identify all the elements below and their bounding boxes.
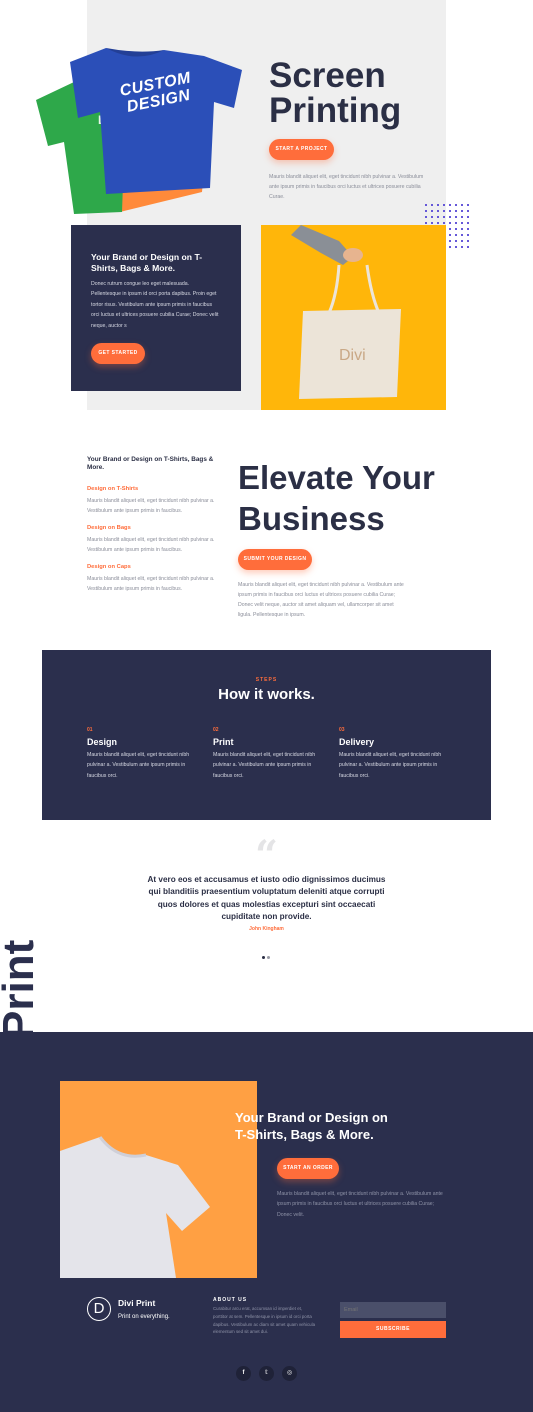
step-print: 02 Print Mauris blandit aliquet elit, eg… (213, 727, 321, 781)
brand-card-text: Donec rutrum congue leo eget malesuada. … (91, 281, 219, 329)
footer-tagline: Print on everything. (118, 1314, 170, 1320)
get-started-button[interactable]: GET STARTED (91, 343, 145, 364)
submit-design-button[interactable]: SUBMIT YOUR DESIGN (238, 549, 312, 570)
steps-title: How it works. (218, 686, 315, 703)
step-number: 01 (87, 727, 93, 733)
steps-section: STEPS How it works. 01 Design Mauris bla… (42, 650, 491, 820)
tshirt-image: L CUSTOM DESIGN (34, 42, 246, 214)
elevate-item-text: Mauris blandit aliquet elit, eget tincid… (87, 498, 215, 514)
step-text: Mauris blandit aliquet elit, eget tincid… (213, 752, 316, 779)
steps-eyebrow: STEPS (255, 677, 278, 683)
step-number: 02 (213, 727, 219, 733)
start-project-button[interactable]: START A PROJECT (269, 139, 334, 160)
vertical-print-word: Print (0, 939, 43, 1040)
twitter-icon[interactable]: 𝕥 (259, 1366, 274, 1381)
step-delivery: 03 Delivery Mauris blandit aliquet elit,… (339, 727, 447, 781)
hero-title-line1: Screen (269, 56, 386, 95)
cta-title-line2: T-Shirts, Bags & More. (235, 1127, 374, 1142)
elevate-sidebar-title: Your Brand or Design on T-Shirts, Bags &… (87, 456, 214, 471)
elevate-text: Mauris blandit aliquet elit, eget tincid… (238, 582, 404, 618)
slider-dot[interactable] (267, 956, 270, 959)
step-number: 03 (339, 727, 345, 733)
hero-title-line2: Printing (269, 91, 402, 130)
brand-card: Your Brand or Design on T-Shirts, Bags &… (71, 225, 241, 391)
elevate-item-3: Design on Caps Mauris blandit aliquet el… (87, 564, 217, 594)
bag-print-text: Divi (339, 347, 366, 364)
bag-image: Divi (261, 225, 446, 410)
facebook-glyph: f (242, 1370, 245, 1376)
elevate-item-2: Design on Bags Mauris blandit aliquet el… (87, 525, 217, 555)
brand-card-title: Your Brand or Design on T-Shirts, Bags &… (91, 252, 203, 273)
testimonial-author: John Kingham (249, 926, 284, 932)
about-text: Curabitur arcu erat, accumsan id imperdi… (213, 1306, 316, 1335)
slider-dot-active[interactable] (262, 956, 265, 959)
facebook-icon[interactable]: f (236, 1366, 251, 1381)
logo-letter: D (93, 1300, 105, 1317)
step-title: Print (213, 737, 234, 747)
email-input[interactable] (340, 1302, 446, 1318)
elevate-item-text: Mauris blandit aliquet elit, eget tincid… (87, 576, 215, 592)
elevate-item-title: Design on Caps (87, 564, 131, 570)
quote-icon: “ (254, 832, 278, 879)
elevate-item-1: Design on T-Shirts Mauris blandit alique… (87, 486, 217, 516)
step-title: Design (87, 737, 118, 747)
elevate-item-text: Mauris blandit aliquet elit, eget tincid… (87, 537, 215, 553)
instagram-glyph: ◎ (286, 1370, 293, 1376)
cta-title: Your Brand or Design on T-Shirts, Bags &… (235, 1109, 388, 1143)
cta-title-line1: Your Brand or Design on (235, 1110, 388, 1125)
white-shirt-image (60, 1081, 257, 1278)
hero-text: Mauris blandit aliquet elit, eget tincid… (269, 174, 424, 200)
instagram-icon[interactable]: ◎ (282, 1366, 297, 1381)
start-order-button[interactable]: START AN ORDER (277, 1158, 339, 1179)
step-text: Mauris blandit aliquet elit, eget tincid… (87, 752, 190, 779)
step-title: Delivery (339, 737, 375, 747)
testimonial-text: At vero eos et accusamus et iusto odio d… (147, 875, 386, 921)
elevate-title-line1: Elevate Your (238, 459, 435, 496)
footer-logo[interactable]: D (87, 1297, 111, 1321)
step-text: Mauris blandit aliquet elit, eget tincid… (339, 752, 442, 779)
elevate-title: Elevate Your Business (238, 457, 435, 539)
elevate-title-line2: Business (238, 500, 385, 537)
cta-text: Mauris blandit aliquet elit, eget tincid… (277, 1191, 443, 1218)
twitter-glyph: 𝕥 (265, 1370, 268, 1376)
about-title: ABOUT US (213, 1297, 248, 1303)
hero-title: Screen Printing (269, 58, 401, 128)
subscribe-button[interactable]: SUBSCRIBE (340, 1321, 446, 1338)
step-design: 01 Design Mauris blandit aliquet elit, e… (87, 727, 195, 781)
elevate-item-title: Design on T-Shirts (87, 486, 139, 492)
elevate-item-title: Design on Bags (87, 525, 131, 531)
footer-brand: Divi Print (118, 1298, 156, 1308)
